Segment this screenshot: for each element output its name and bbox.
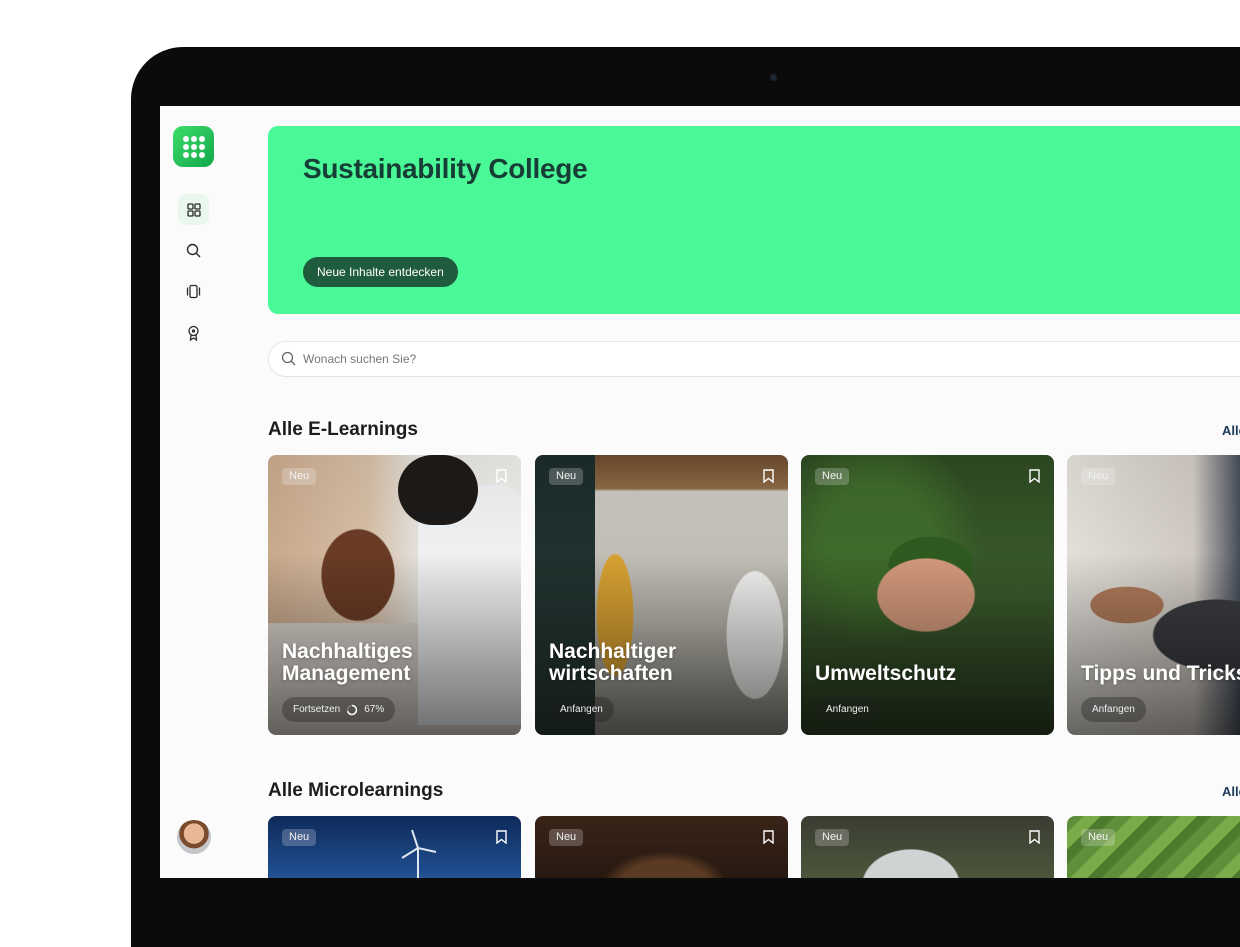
avatar[interactable] — [177, 820, 211, 854]
action-label: Anfangen — [826, 704, 869, 715]
bookmark-icon[interactable] — [763, 830, 774, 844]
bookmark-icon[interactable] — [1029, 469, 1040, 483]
microlearning-card-1[interactable]: Neu — [268, 816, 521, 878]
search-icon — [186, 243, 201, 258]
bookmark-icon[interactable] — [1029, 830, 1040, 844]
new-badge: Neu — [1081, 829, 1116, 846]
sidebar-item-dashboard[interactable] — [178, 194, 209, 225]
start-button[interactable]: Anfangen — [815, 697, 880, 722]
award-icon — [188, 325, 199, 341]
new-badge: Neu — [549, 468, 584, 485]
elearning-card-1[interactable]: Neu Nachhaltiges Management Fortsetzen 6… — [268, 455, 521, 735]
bookmark-icon[interactable] — [763, 469, 774, 483]
sidebar — [160, 106, 228, 878]
microlearning-card-3[interactable]: Neu — [801, 816, 1054, 878]
cards-icon — [186, 284, 201, 299]
elearning-card-2[interactable]: Neu Nachhaltiger wirtschaften Anfangen — [535, 455, 788, 735]
section-title-microlearnings: Alle Microlearnings — [268, 780, 444, 801]
card-title: Umweltschutz — [815, 662, 957, 685]
app-screen: Sustainability College Neue Inhalte entd… — [160, 106, 1240, 878]
action-label: Fortsetzen — [293, 704, 341, 715]
action-label: Anfangen — [560, 704, 603, 715]
hero-banner: Sustainability College Neue Inhalte entd… — [268, 126, 1240, 314]
start-button[interactable]: Anfangen — [1081, 697, 1146, 722]
camera-dot — [770, 74, 777, 81]
sidebar-item-search[interactable] — [178, 235, 209, 266]
card-title: Nachhaltiges Management — [282, 640, 413, 685]
search-bar — [268, 341, 1240, 377]
see-all-elearnings-link[interactable]: Alle — [1222, 423, 1240, 438]
action-label: Anfangen — [1092, 704, 1135, 715]
new-badge: Neu — [282, 829, 317, 846]
grid-icon — [186, 202, 201, 217]
see-all-microlearnings-link[interactable]: Alle — [1222, 784, 1240, 799]
sidebar-item-cards[interactable] — [178, 276, 209, 307]
bookmark-icon[interactable] — [496, 469, 507, 483]
start-button[interactable]: Anfangen — [549, 697, 614, 722]
new-badge: Neu — [815, 829, 850, 846]
app-logo[interactable] — [173, 126, 214, 167]
new-badge: Neu — [282, 468, 317, 485]
bookmark-icon[interactable] — [496, 830, 507, 844]
search-input[interactable] — [303, 342, 1203, 376]
elearning-card-4[interactable]: Neu Tipps und Tricks Anfangen — [1067, 455, 1240, 735]
elearning-card-3[interactable]: Neu Umweltschutz Anfangen — [801, 455, 1054, 735]
card-title: Nachhaltiger wirtschaften — [549, 640, 677, 685]
continue-button[interactable]: Fortsetzen 67% — [282, 697, 396, 722]
sidebar-item-awards[interactable] — [178, 317, 209, 348]
search-icon — [281, 351, 296, 366]
section-title-elearnings: Alle E-Learnings — [268, 419, 418, 440]
new-badge: Neu — [815, 468, 850, 485]
wind-turbine-image — [401, 829, 437, 878]
progress-value: 67% — [364, 704, 385, 715]
page-title: Sustainability College — [303, 153, 588, 184]
new-badge: Neu — [1081, 468, 1116, 485]
microlearning-card-2[interactable]: Neu — [535, 816, 788, 878]
progress-ring-icon — [347, 704, 358, 715]
microlearning-card-4[interactable]: Neu — [1067, 816, 1240, 878]
discover-button[interactable]: Neue Inhalte entdecken — [303, 257, 458, 287]
new-badge: Neu — [549, 829, 584, 846]
card-title: Tipps und Tricks — [1081, 662, 1240, 685]
